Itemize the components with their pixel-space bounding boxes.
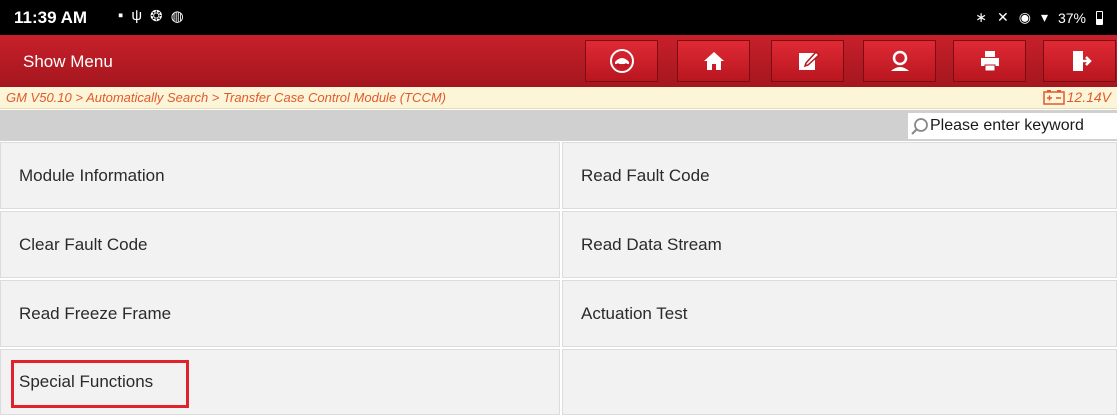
menu-item-read-freeze-frame[interactable]: Read Freeze Frame	[0, 280, 560, 347]
exit-icon	[1072, 51, 1092, 71]
page-title: Show Menu	[23, 52, 113, 71]
image-icon: ▪	[118, 7, 124, 24]
search-input[interactable]	[930, 117, 1116, 135]
battery-voltage-icon	[1042, 90, 1065, 105]
menu-item-read-data-stream[interactable]: Read Data Stream	[562, 211, 1117, 278]
search-icon	[911, 118, 928, 135]
menu-item-label: Special Functions	[19, 372, 154, 391]
report-button[interactable]	[771, 40, 844, 82]
location-icon: ◉	[1018, 9, 1031, 25]
print-button[interactable]	[953, 40, 1026, 82]
status-time: 11:39 AM	[14, 8, 88, 27]
battery-icon	[1096, 10, 1103, 25]
car-icon	[609, 49, 634, 73]
edit-icon	[798, 50, 820, 70]
voltage-value: 12.14V	[1066, 89, 1111, 105]
breadcrumb-bar: GM V50.10 > Automatically Search > Trans…	[0, 87, 1117, 109]
menu-item-label: Read Freeze Frame	[19, 303, 172, 323]
menu-item-empty	[562, 349, 1117, 415]
print-icon	[980, 51, 999, 72]
menu-item-special-functions[interactable]: Special Functions	[0, 349, 560, 415]
chat-icon: ◍	[170, 8, 184, 25]
menu-item-module-information[interactable]: Module Information	[0, 142, 560, 209]
exit-button[interactable]	[1043, 40, 1116, 82]
home-button[interactable]	[677, 40, 750, 82]
mute-icon: ✕	[996, 9, 1009, 25]
voltage-indicator: 12.14V	[1042, 89, 1111, 105]
menu-item-clear-fault-code[interactable]: Clear Fault Code	[0, 211, 560, 278]
menu-grid: Module Information Read Fault Code Clear…	[0, 142, 1117, 415]
toolbar: Show Menu	[0, 35, 1117, 87]
settings-icon: ❂	[150, 8, 163, 25]
menu-item-actuation-test[interactable]: Actuation Test	[562, 280, 1117, 347]
search-box[interactable]	[908, 113, 1117, 139]
search-strip	[0, 110, 1117, 141]
menu-item-label: Read Fault Code	[581, 165, 710, 185]
breadcrumb: GM V50.10 > Automatically Search > Trans…	[6, 90, 446, 105]
remote-support-icon	[890, 50, 909, 71]
battery-percent: 37%	[1057, 9, 1086, 26]
menu-item-label: Module Information	[19, 165, 165, 185]
usb-icon: ψ	[131, 7, 143, 24]
obd-button[interactable]	[585, 40, 658, 82]
remote-button[interactable]	[863, 40, 936, 82]
bluetooth-icon: ∗	[975, 9, 987, 25]
menu-item-read-fault-code[interactable]: Read Fault Code	[562, 142, 1117, 209]
home-icon	[703, 52, 724, 70]
menu-item-label: Actuation Test	[581, 303, 688, 323]
menu-item-label: Read Data Stream	[581, 234, 722, 254]
menu-item-label: Clear Fault Code	[19, 234, 148, 254]
wifi-icon: ▾	[1040, 9, 1048, 25]
status-bar: 11:39 AM ▪ ψ ❂ ◍ ∗ ✕ ◉ ▾ 37%	[0, 0, 1117, 35]
